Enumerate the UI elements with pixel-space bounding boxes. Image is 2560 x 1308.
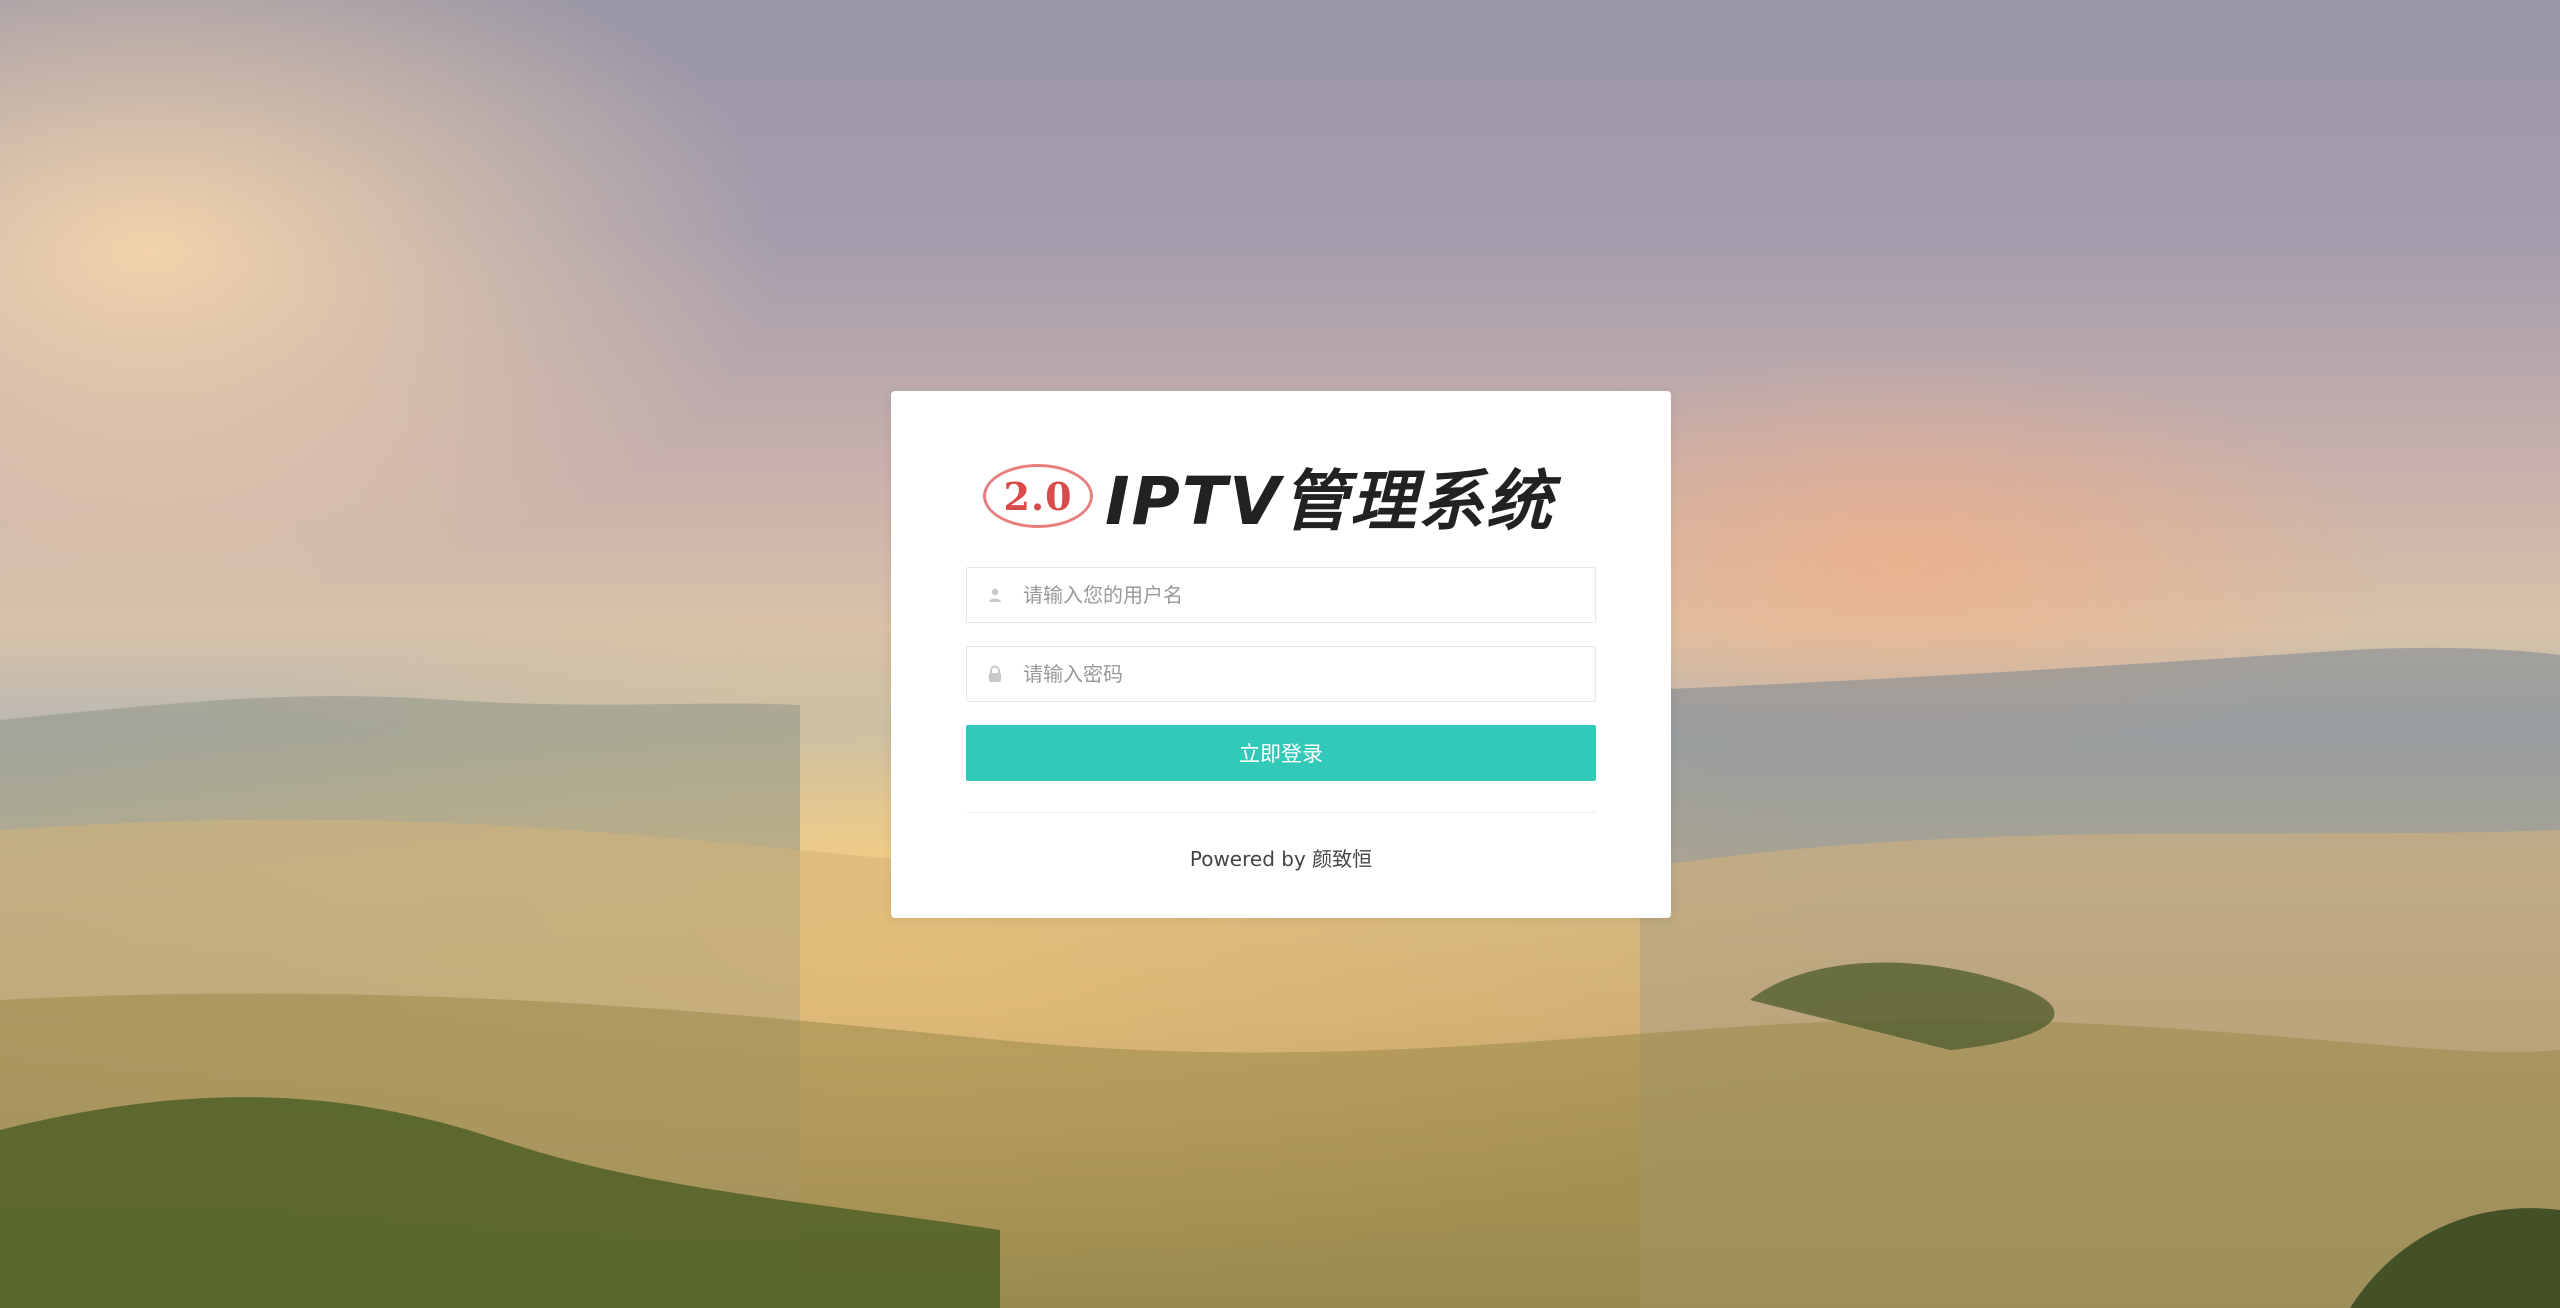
divider bbox=[966, 812, 1596, 813]
password-input[interactable] bbox=[1023, 649, 1583, 699]
version-badge: 2.0 bbox=[983, 464, 1093, 528]
app-logo: 2.0 IPTV管理系统 bbox=[983, 451, 1579, 541]
user-icon bbox=[967, 568, 1023, 622]
password-field[interactable] bbox=[966, 646, 1596, 702]
login-button[interactable]: 立即登录 bbox=[966, 725, 1596, 781]
powered-by-text: Powered by 颜致恒 bbox=[1189, 847, 1373, 871]
login-card: 2.0 IPTV管理系统 立即登录 Powered by 颜致恒 bbox=[891, 391, 1671, 918]
lock-icon bbox=[967, 647, 1023, 701]
username-field[interactable] bbox=[966, 567, 1596, 623]
logo-title: IPTV管理系统 bbox=[1105, 463, 1555, 540]
username-input[interactable] bbox=[1023, 570, 1583, 620]
